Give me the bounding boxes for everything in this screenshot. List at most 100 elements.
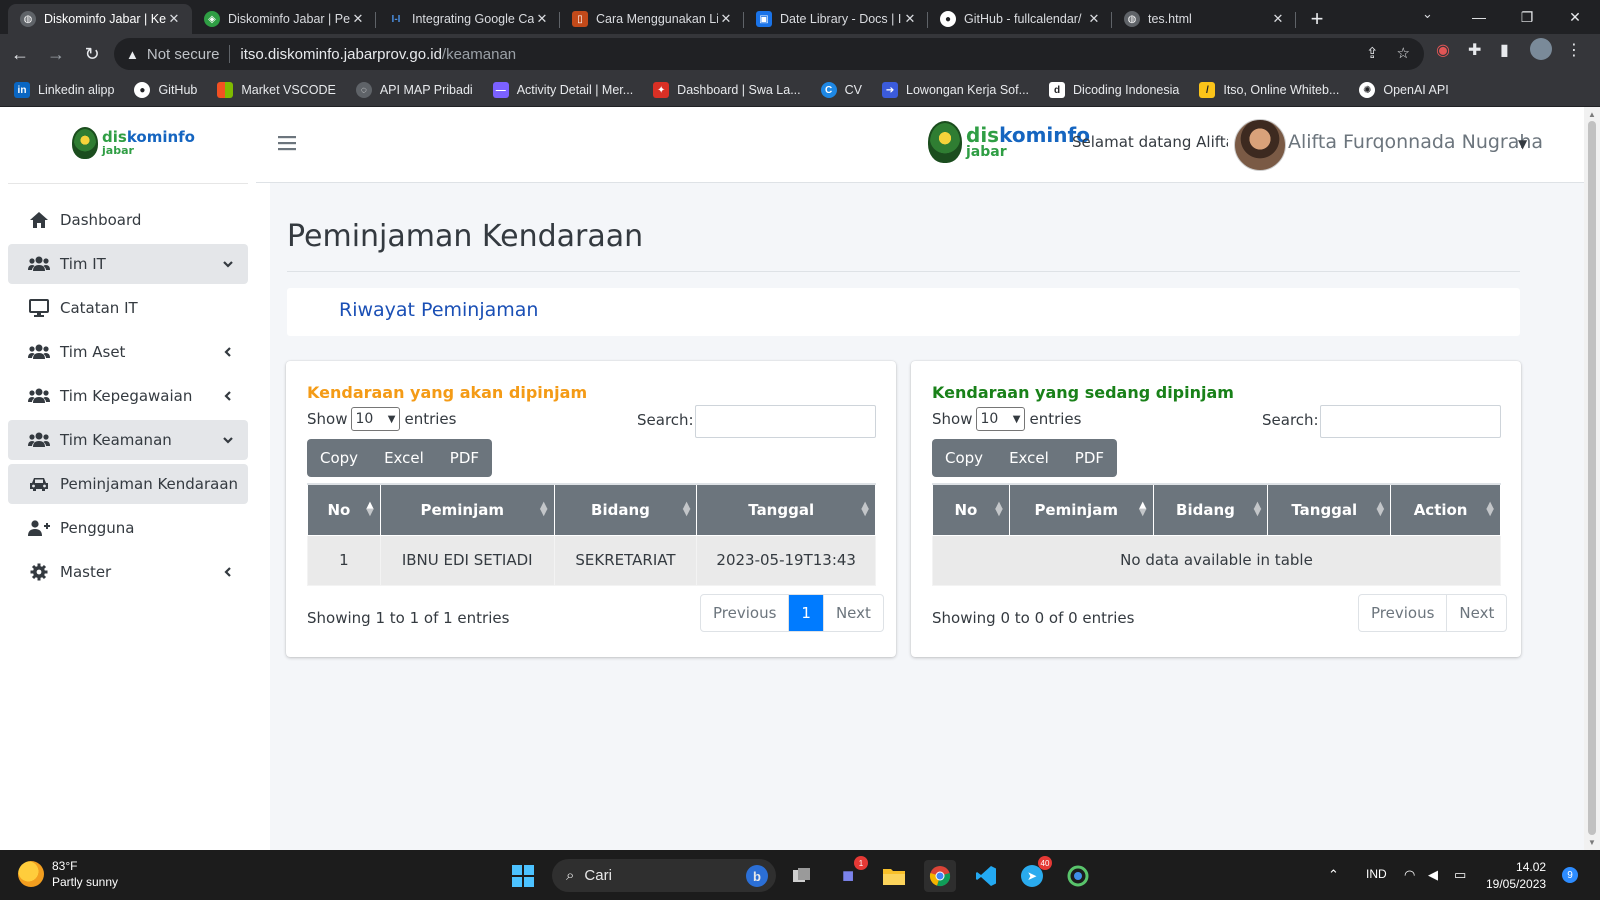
- scrollbar-thumb[interactable]: [1588, 121, 1596, 835]
- task-view-icon[interactable]: [786, 860, 818, 892]
- bookmark[interactable]: / Itso, Online Whiteb...: [1199, 82, 1339, 98]
- column-header-no[interactable]: No ▲ ▼: [932, 483, 1010, 536]
- hamburger-menu-icon[interactable]: [278, 135, 296, 155]
- column-header-peminjam[interactable]: Peminjam ▲ ▼: [379, 483, 555, 536]
- browser-tab[interactable]: I‑I Integrating Google Ca ✕: [376, 4, 560, 34]
- star-icon[interactable]: ☆: [1397, 44, 1410, 62]
- forward-icon[interactable]: →: [40, 38, 72, 70]
- caret-down-icon[interactable]: ▼: [1518, 137, 1527, 151]
- teams-icon[interactable]: ■ 1: [832, 856, 868, 892]
- start-button[interactable]: [507, 860, 539, 892]
- security-label[interactable]: Not secure: [147, 46, 220, 63]
- bookmark[interactable]: ➔ Lowongan Kerja Sof...: [882, 82, 1029, 98]
- puzzle-icon[interactable]: ✚: [1468, 40, 1481, 60]
- browser-tab[interactable]: ◍ Diskominfo Jabar | Ke ✕: [8, 4, 192, 34]
- column-header-tanggal[interactable]: Tanggal ▲ ▼: [1267, 483, 1392, 536]
- bookmark[interactable]: ◌ API MAP Pribadi: [355, 82, 473, 98]
- vscode-icon[interactable]: [970, 860, 1002, 892]
- bookmark[interactable]: C CV: [820, 82, 862, 98]
- close-icon[interactable]: ✕: [902, 11, 918, 27]
- excel-button[interactable]: Excel: [371, 439, 437, 477]
- sidepanel-icon[interactable]: ▮: [1500, 40, 1509, 60]
- bookmark[interactable]: ✺ OpenAI API: [1359, 82, 1449, 98]
- address-bar[interactable]: ▲ Not secure itso.diskominfo.jabarprov.g…: [114, 38, 1424, 70]
- battery-icon[interactable]: ▭: [1454, 867, 1466, 883]
- entries-select[interactable]: 10 ▼: [351, 407, 401, 431]
- sidebar-item-peminjaman-kendaraan[interactable]: Peminjaman Kendaraan: [8, 464, 248, 504]
- browser-tab[interactable]: ▣ Date Library - Docs | I ✕: [744, 4, 928, 34]
- page-button[interactable]: 1: [788, 595, 823, 631]
- restore-icon[interactable]: ❐: [1504, 4, 1550, 30]
- new-tab-button[interactable]: +: [1302, 4, 1332, 34]
- bookmark[interactable]: ✦ Dashboard | Swa La...: [653, 82, 801, 98]
- tab-search-icon[interactable]: ⌄: [1422, 6, 1433, 22]
- minimize-icon[interactable]: —: [1456, 4, 1502, 30]
- column-header-bidang[interactable]: Bidang ▲ ▼: [553, 483, 698, 536]
- warning-icon[interactable]: ▲: [126, 47, 139, 62]
- telegram-icon[interactable]: ➤ 40: [1016, 856, 1052, 892]
- sidebar-item-tim-kepegawaian[interactable]: Tim Kepegawaian: [8, 376, 248, 416]
- close-icon[interactable]: ✕: [166, 11, 182, 27]
- notification-center[interactable]: 9: [1562, 867, 1578, 883]
- chrome-icon[interactable]: [924, 860, 956, 892]
- previous-page-button[interactable]: Previous: [701, 595, 788, 631]
- bing-icon[interactable]: b: [746, 865, 768, 887]
- bookmark[interactable]: d Dicoding Indonesia: [1049, 82, 1179, 98]
- share-icon[interactable]: ⇪: [1366, 44, 1379, 62]
- browser-tab[interactable]: ▯ Cara Menggunakan Li ✕: [560, 4, 744, 34]
- sidebar-item-tim-aset[interactable]: Tim Aset: [8, 332, 248, 372]
- taskbar-search[interactable]: ⌕ Cari b: [552, 859, 776, 892]
- reload-icon[interactable]: ↻: [76, 38, 108, 70]
- bookmark[interactable]: in Linkedin alipp: [14, 82, 114, 98]
- scroll-up-icon[interactable]: ▲: [1588, 110, 1596, 119]
- file-explorer-icon[interactable]: [878, 860, 910, 892]
- close-icon[interactable]: ✕: [718, 11, 734, 27]
- close-icon[interactable]: ✕: [1086, 11, 1102, 27]
- language-indicator[interactable]: IND: [1366, 867, 1387, 881]
- column-header-action[interactable]: Action ▲ ▼: [1390, 483, 1501, 536]
- copy-button[interactable]: Copy: [307, 439, 371, 477]
- search-input[interactable]: [695, 405, 876, 438]
- user-menu[interactable]: Alifta Furqonnada Nugraha: [1288, 131, 1543, 153]
- excel-button[interactable]: Excel: [996, 439, 1062, 477]
- entries-select[interactable]: 10 ▼: [976, 407, 1026, 431]
- close-icon[interactable]: ✕: [534, 11, 550, 27]
- weather-widget[interactable]: 83°F Partly sunny: [18, 858, 118, 890]
- column-header-bidang[interactable]: Bidang ▲ ▼: [1152, 483, 1269, 536]
- sidebar-item-dashboard[interactable]: Dashboard: [8, 200, 248, 240]
- next-page-button[interactable]: Next: [822, 595, 883, 631]
- browser-tab[interactable]: ◍ tes.html ✕: [1112, 4, 1296, 34]
- browser-tab[interactable]: ◈ Diskominfo Jabar | Pe ✕: [192, 4, 376, 34]
- column-header-tanggal[interactable]: Tanggal ▲ ▼: [696, 483, 876, 536]
- window-close-icon[interactable]: ✕: [1552, 4, 1598, 30]
- scroll-down-icon[interactable]: ▼: [1588, 838, 1596, 847]
- bookmark[interactable]: Market VSCODE: [217, 82, 336, 98]
- browser-tab[interactable]: ● GitHub - fullcalendar/ ✕: [928, 4, 1112, 34]
- wifi-icon[interactable]: ◠: [1404, 867, 1415, 883]
- sidebar-item-tim-keamanan[interactable]: Tim Keamanan: [8, 420, 248, 460]
- vertical-scrollbar[interactable]: ▲ ▼: [1584, 107, 1600, 850]
- close-icon[interactable]: ✕: [1270, 11, 1286, 27]
- search-input[interactable]: [1320, 405, 1501, 438]
- previous-page-button[interactable]: Previous: [1359, 595, 1446, 631]
- next-page-button[interactable]: Next: [1446, 595, 1506, 631]
- pdf-button[interactable]: PDF: [1062, 439, 1117, 477]
- sidebar-logo[interactable]: diskominfo jabar: [72, 127, 195, 159]
- pdf-button[interactable]: PDF: [437, 439, 492, 477]
- copy-button[interactable]: Copy: [932, 439, 996, 477]
- show-hidden-icons[interactable]: ⌃: [1328, 867, 1339, 883]
- sidebar-item-pengguna[interactable]: Pengguna: [8, 508, 248, 548]
- tab-riwayat-peminjaman[interactable]: Riwayat Peminjaman: [339, 299, 538, 321]
- column-header-no[interactable]: No ▲ ▼: [307, 483, 381, 536]
- sidebar-item-tim-it[interactable]: Tim IT: [8, 244, 248, 284]
- bookmark[interactable]: ● GitHub: [134, 82, 197, 98]
- menu-icon[interactable]: ⋮: [1566, 40, 1582, 60]
- clock[interactable]: 14.02 19/05/2023: [1486, 859, 1546, 893]
- column-header-peminjam[interactable]: Peminjam ▲ ▼: [1008, 483, 1154, 536]
- profile-avatar[interactable]: [1530, 38, 1552, 60]
- sidebar-item-master[interactable]: Master: [8, 552, 248, 592]
- back-icon[interactable]: ←: [4, 38, 36, 70]
- avatar[interactable]: [1234, 119, 1286, 171]
- volume-icon[interactable]: ◀: [1428, 867, 1438, 883]
- sidebar-item-catatan-it[interactable]: Catatan IT: [8, 288, 248, 328]
